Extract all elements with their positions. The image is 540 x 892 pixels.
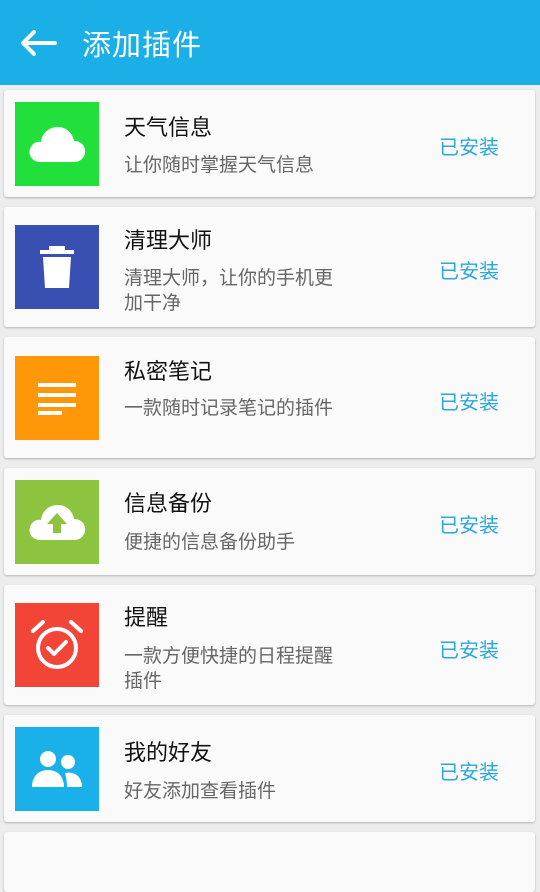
plugin-name: 清理大师 xyxy=(124,229,213,254)
page-title: 添加插件 xyxy=(82,27,203,62)
plugin-description: 便捷的信息备份助手 xyxy=(124,531,296,553)
installed-status-button[interactable]: 已安装 xyxy=(439,509,499,538)
plugin-card-notes[interactable]: 私密笔记 一款随时记录笔记的插件 已安装 xyxy=(4,337,535,458)
plugin-icon-tile xyxy=(15,480,99,564)
installed-status-button[interactable]: 已安装 xyxy=(439,131,499,160)
cloud-icon xyxy=(29,127,86,162)
plugin-description: 一款方便快捷的日程提醒插件 xyxy=(124,645,334,692)
installed-status-button[interactable]: 已安装 xyxy=(439,255,499,284)
back-button[interactable] xyxy=(18,23,58,63)
plugin-name: 私密笔记 xyxy=(124,360,213,385)
plugin-icon-tile xyxy=(15,603,99,687)
plugin-card-weather[interactable]: 天气信息 让你随时掌握天气信息 已安装 xyxy=(4,90,535,197)
plugin-name: 提醒 xyxy=(124,606,169,631)
plugin-description: 让你随时掌握天气信息 xyxy=(124,154,315,176)
plugin-description: 清理大师，让你的手机更加干净 xyxy=(124,267,334,314)
plugin-name: 我的好友 xyxy=(124,741,213,766)
plugin-icon-tile xyxy=(15,727,99,811)
plugin-name: 天气信息 xyxy=(124,116,213,141)
cloud-upload-icon xyxy=(29,505,86,540)
installed-status-button[interactable]: 已安装 xyxy=(439,386,499,415)
trash-icon xyxy=(40,246,74,288)
plugin-icon-tile xyxy=(15,356,99,440)
plugin-card-reminder[interactable]: 提醒 一款方便快捷的日程提醒插件 已安装 xyxy=(4,585,535,705)
plugin-description: 好友添加查看插件 xyxy=(124,780,277,802)
installed-status-button[interactable]: 已安装 xyxy=(439,756,499,785)
plugin-card-partial[interactable] xyxy=(4,832,535,892)
app-bar: 添加插件 xyxy=(0,0,540,85)
plugin-name: 信息备份 xyxy=(124,492,213,517)
plugin-icon-tile xyxy=(15,225,99,309)
notes-icon xyxy=(38,383,76,415)
arrow-left-icon xyxy=(21,29,57,56)
plugin-card-backup[interactable]: 信息备份 便捷的信息备份助手 已安装 xyxy=(4,468,535,575)
plugin-card-cleaner[interactable]: 清理大师 清理大师，让你的手机更加干净 已安装 xyxy=(4,207,535,327)
plugin-icon-tile xyxy=(15,102,99,186)
alarm-icon xyxy=(31,620,83,669)
people-icon xyxy=(32,751,82,787)
plugin-card-friends[interactable]: 我的好友 好友添加查看插件 已安装 xyxy=(4,715,535,822)
plugin-description: 一款随时记录笔记的插件 xyxy=(124,397,334,419)
installed-status-button[interactable]: 已安装 xyxy=(439,634,499,663)
